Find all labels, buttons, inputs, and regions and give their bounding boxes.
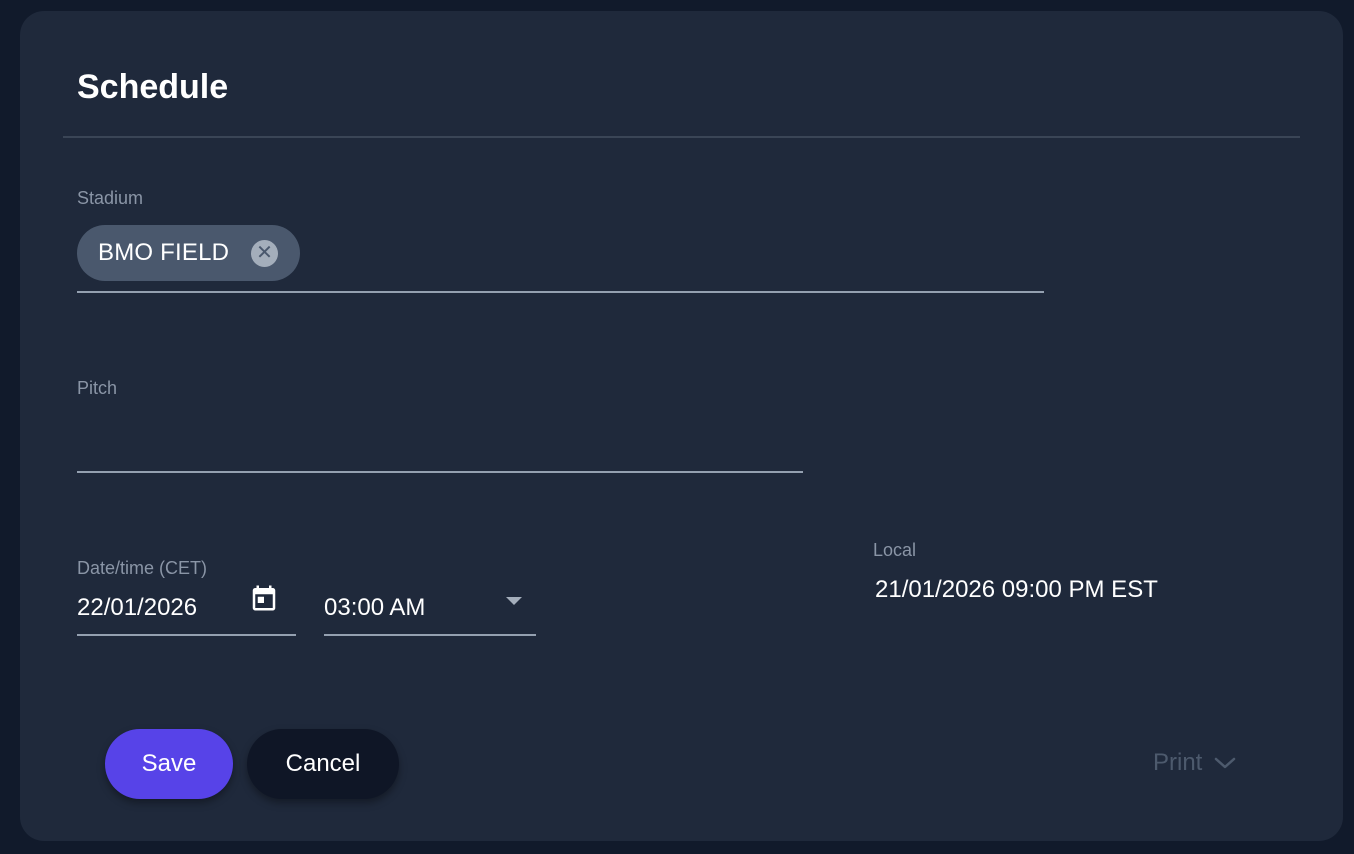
print-menu-button[interactable]: Print [1153,748,1236,778]
title-divider [63,136,1300,138]
time-field-underline[interactable] [324,634,536,636]
stadium-label: Stadium [77,188,144,208]
cancel-button[interactable]: Cancel [247,729,399,799]
pitch-field-underline[interactable] [77,471,803,473]
pitch-label: Pitch [77,378,118,398]
stadium-field-underline[interactable] [77,291,1044,293]
local-label: Local [873,540,917,560]
date-field-underline[interactable] [77,634,296,636]
time-select[interactable]: 03:00 AM [324,593,425,623]
date-input[interactable]: 22/01/2026 [77,593,197,623]
stadium-chip[interactable]: BMO FIELD ✕ [77,225,300,281]
stadium-chip-label: BMO FIELD [98,239,230,266]
local-time-value: 21/01/2026 09:00 PM EST [875,576,1158,603]
schedule-dialog: Schedule Stadium BMO FIELD ✕ Pitch Date/… [20,11,1343,841]
calendar-icon[interactable] [249,582,279,614]
caret-down-icon[interactable] [505,595,523,607]
close-circle-icon[interactable]: ✕ [251,240,278,267]
print-label: Print [1153,749,1203,776]
dialog-title: Schedule [77,68,229,106]
save-button[interactable]: Save [105,729,233,799]
chevron-down-icon [1215,757,1236,769]
datetime-label: Date/time (CET) [77,558,208,578]
